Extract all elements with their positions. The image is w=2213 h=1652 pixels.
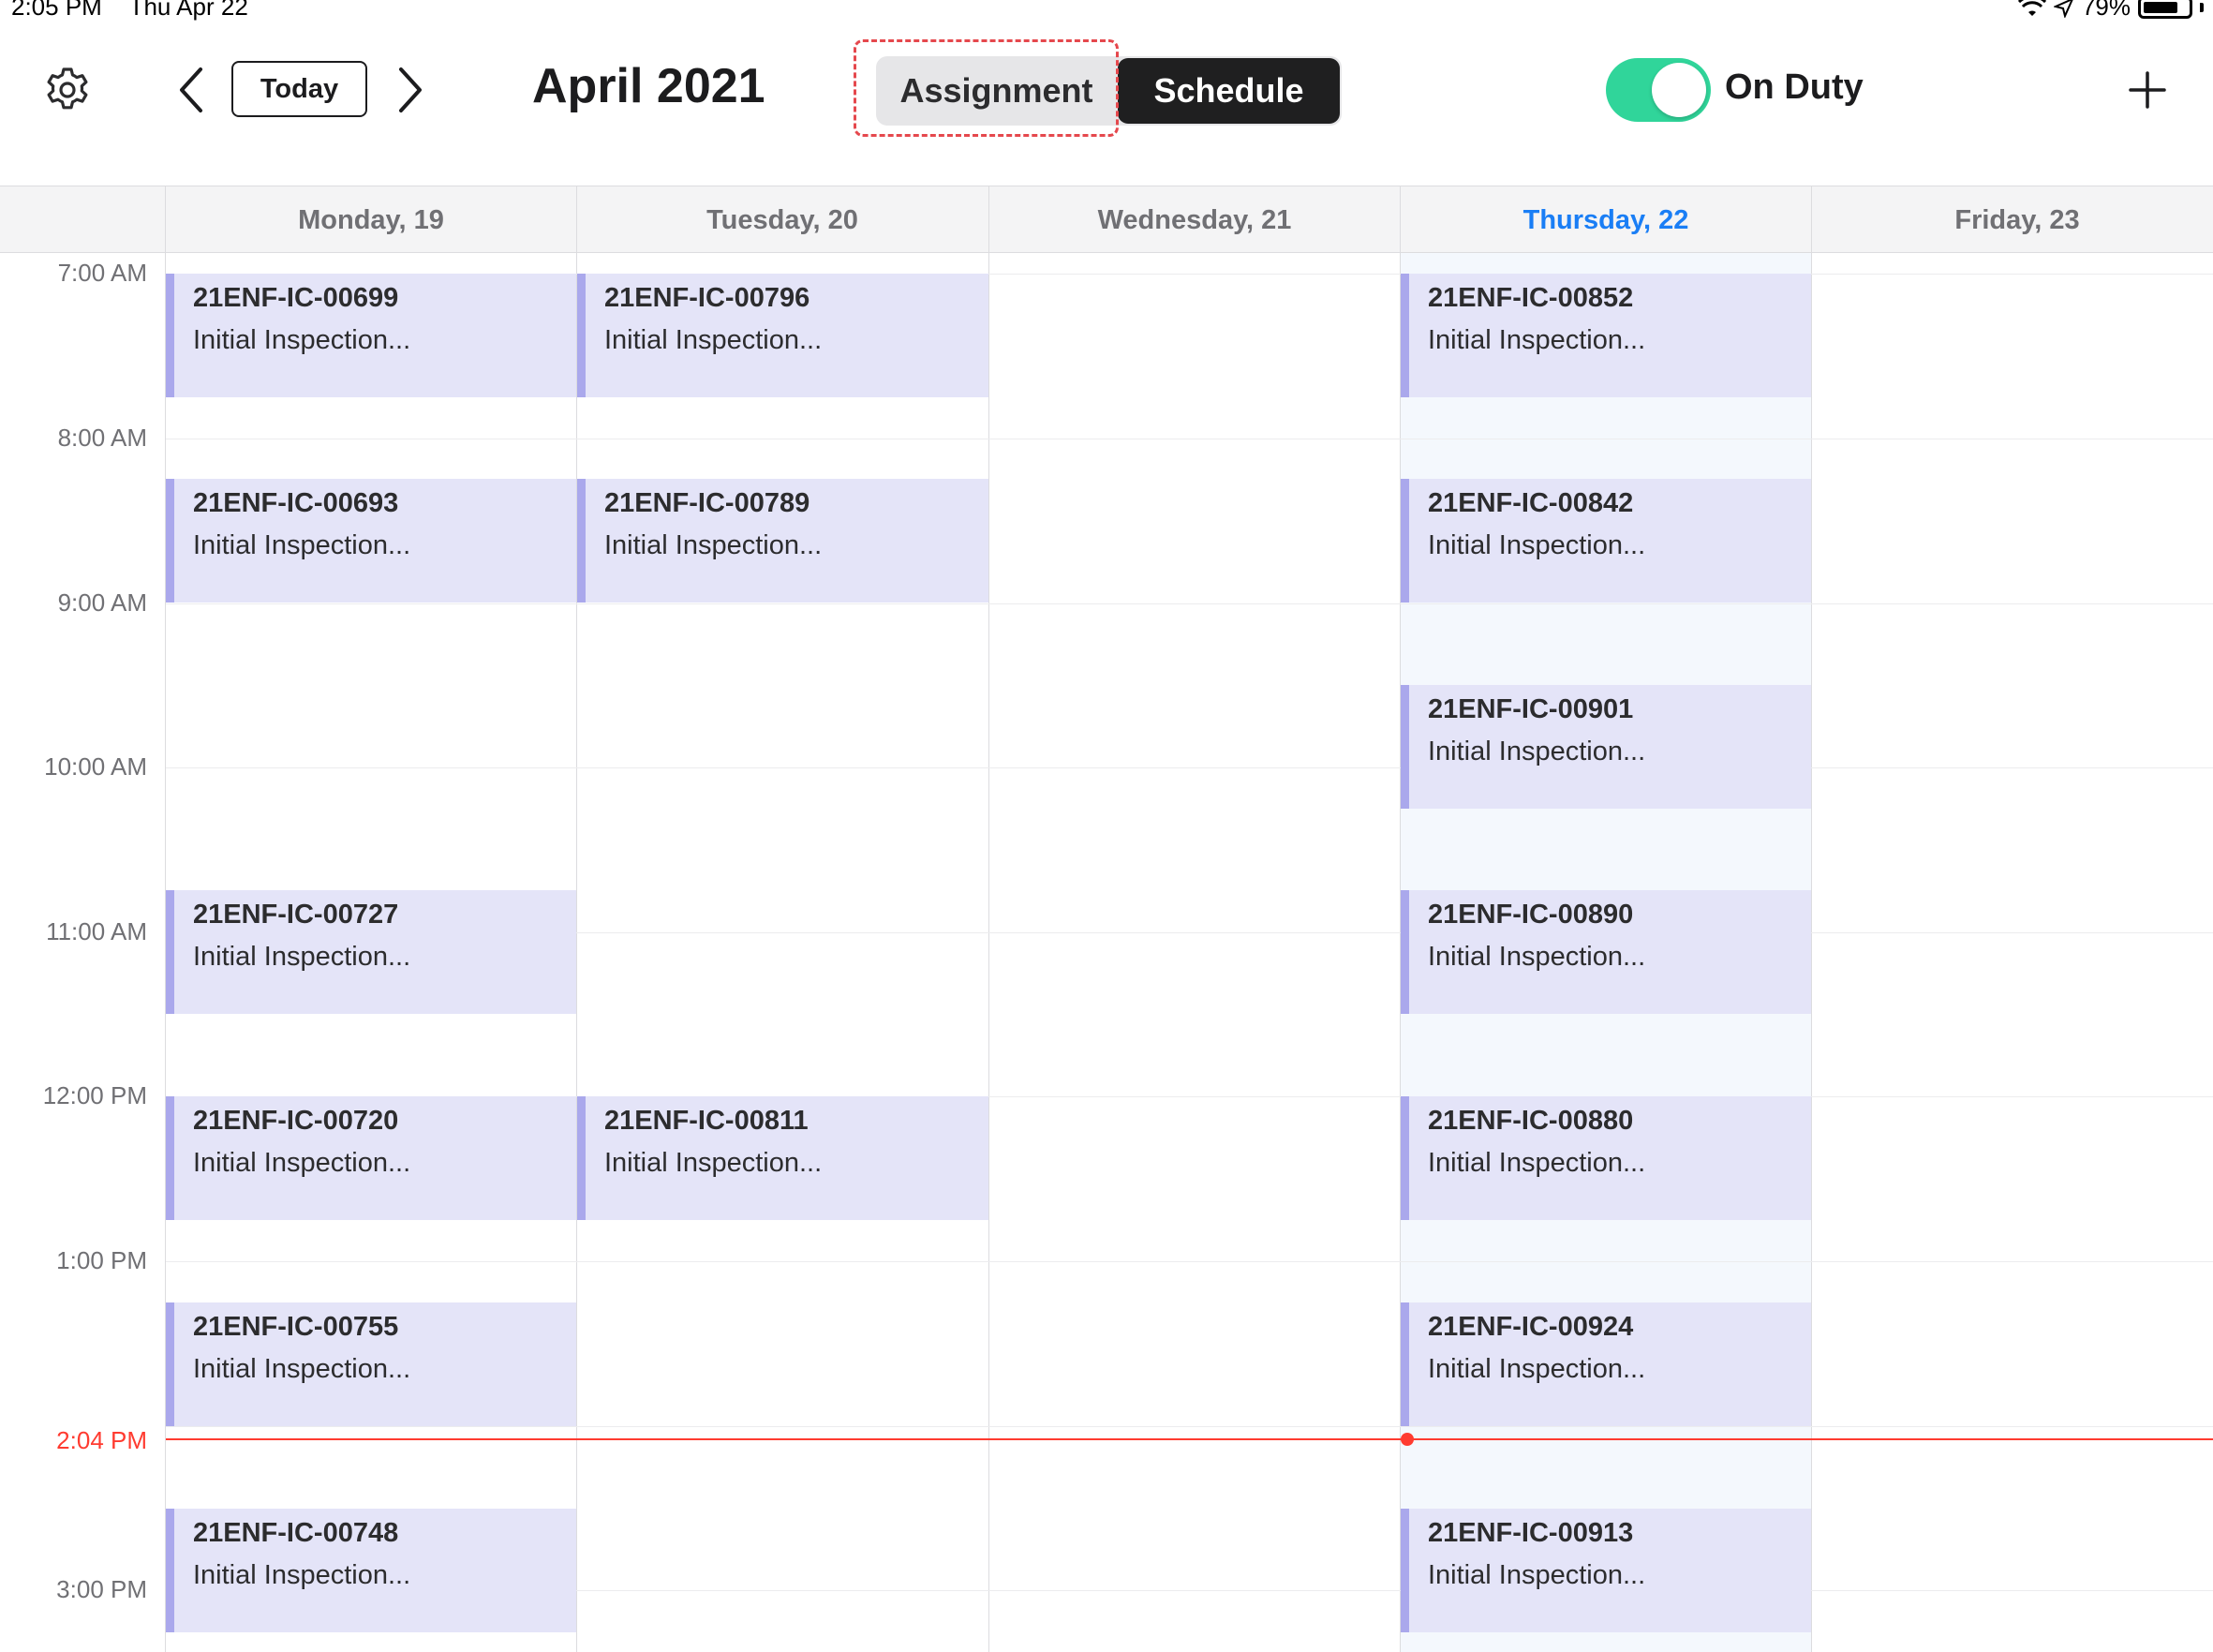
event-card[interactable]: 21ENF-IC-00811 Initial Inspection...	[577, 1096, 988, 1220]
event-card[interactable]: 21ENF-IC-00748 Initial Inspection...	[166, 1509, 576, 1632]
segment-schedule[interactable]: Schedule	[1118, 58, 1340, 124]
event-card[interactable]: 21ENF-IC-00924 Initial Inspection...	[1401, 1302, 1811, 1426]
event-description: Initial Inspection...	[1428, 737, 1646, 766]
event-description: Initial Inspection...	[1428, 325, 1646, 355]
event-id: 21ENF-IC-00699	[193, 283, 399, 313]
on-duty-toggle[interactable]	[1606, 58, 1711, 122]
event-description: Initial Inspection...	[1428, 530, 1646, 560]
day-header-wednesday[interactable]: Wednesday, 21	[988, 186, 1400, 254]
event-id: 21ENF-IC-00924	[1428, 1312, 1634, 1342]
time-label: 11:00 AM	[46, 917, 147, 945]
event-id: 21ENF-IC-00913	[1428, 1518, 1634, 1548]
time-label: 9:00 AM	[57, 588, 147, 617]
focus-highlight	[854, 39, 1119, 137]
event-description: Initial Inspection...	[193, 1354, 411, 1384]
day-header-monday[interactable]: Monday, 19	[165, 186, 576, 254]
calendar-grid[interactable]: 7:00 AM 8:00 AM 9:00 AM 10:00 AM 11:00 A…	[0, 253, 2213, 1652]
event-description: Initial Inspection...	[193, 1560, 411, 1590]
event-id: 21ENF-IC-00880	[1428, 1106, 1634, 1136]
event-description: Initial Inspection...	[604, 530, 823, 560]
event-card[interactable]: 21ENF-IC-00796 Initial Inspection...	[577, 274, 988, 397]
toolbar: Today April 2021 Assignment Schedule On …	[0, 0, 2213, 186]
current-time-label: 2:04 PM	[56, 1426, 147, 1454]
event-id: 21ENF-IC-00755	[193, 1312, 399, 1342]
event-id: 21ENF-IC-00693	[193, 488, 399, 518]
event-card[interactable]: 21ENF-IC-00720 Initial Inspection...	[166, 1096, 576, 1220]
week-header: Monday, 19 Tuesday, 20 Wednesday, 21 Thu…	[0, 186, 2213, 254]
event-id: 21ENF-IC-00842	[1428, 488, 1634, 518]
event-description: Initial Inspection...	[1428, 1354, 1646, 1384]
gear-icon[interactable]	[41, 64, 94, 116]
time-label: 7:00 AM	[57, 259, 147, 287]
current-time-line	[166, 1438, 2213, 1440]
event-id: 21ENF-IC-00727	[193, 900, 399, 930]
event-card[interactable]: 21ENF-IC-00901 Initial Inspection...	[1401, 685, 1811, 809]
event-card[interactable]: 21ENF-IC-00727 Initial Inspection...	[166, 890, 576, 1014]
on-duty-label: On Duty	[1725, 67, 1864, 107]
event-card[interactable]: 21ENF-IC-00890 Initial Inspection...	[1401, 890, 1811, 1014]
current-time-dot	[1401, 1433, 1414, 1446]
event-description: Initial Inspection...	[193, 530, 411, 560]
event-description: Initial Inspection...	[1428, 1148, 1646, 1178]
event-id: 21ENF-IC-00901	[1428, 694, 1634, 724]
time-label: 3:00 PM	[56, 1575, 147, 1603]
event-card[interactable]: 21ENF-IC-00842 Initial Inspection...	[1401, 479, 1811, 603]
event-card[interactable]: 21ENF-IC-00913 Initial Inspection...	[1401, 1509, 1811, 1632]
chevron-right-icon[interactable]	[394, 66, 427, 114]
event-id: 21ENF-IC-00796	[604, 283, 810, 313]
day-header-friday[interactable]: Friday, 23	[1811, 186, 2213, 254]
day-header-tuesday[interactable]: Tuesday, 20	[576, 186, 988, 254]
event-id: 21ENF-IC-00748	[193, 1518, 399, 1548]
chevron-left-icon[interactable]	[174, 66, 208, 114]
event-card[interactable]: 21ENF-IC-00880 Initial Inspection...	[1401, 1096, 1811, 1220]
time-label: 8:00 AM	[57, 424, 147, 452]
event-id: 21ENF-IC-00890	[1428, 900, 1634, 930]
event-id: 21ENF-IC-00720	[193, 1106, 399, 1136]
event-description: Initial Inspection...	[604, 1148, 823, 1178]
event-description: Initial Inspection...	[1428, 1560, 1646, 1590]
time-label: 1:00 PM	[56, 1246, 147, 1274]
event-card[interactable]: 21ENF-IC-00789 Initial Inspection...	[577, 479, 988, 603]
today-button[interactable]: Today	[231, 61, 367, 117]
event-id: 21ENF-IC-00811	[604, 1106, 809, 1136]
event-description: Initial Inspection...	[193, 942, 411, 972]
event-card[interactable]: 21ENF-IC-00755 Initial Inspection...	[166, 1302, 576, 1426]
event-card[interactable]: 21ENF-IC-00693 Initial Inspection...	[166, 479, 576, 603]
plus-icon[interactable]	[2129, 71, 2166, 109]
event-description: Initial Inspection...	[1428, 942, 1646, 972]
time-label: 10:00 AM	[44, 752, 147, 781]
time-label: 12:00 PM	[42, 1081, 147, 1109]
event-id: 21ENF-IC-00852	[1428, 283, 1634, 313]
event-card[interactable]: 21ENF-IC-00699 Initial Inspection...	[166, 274, 576, 397]
toggle-knob	[1652, 63, 1706, 117]
event-card[interactable]: 21ENF-IC-00852 Initial Inspection...	[1401, 274, 1811, 397]
month-title: April 2021	[532, 59, 765, 113]
event-description: Initial Inspection...	[604, 325, 823, 355]
event-description: Initial Inspection...	[193, 325, 411, 355]
event-id: 21ENF-IC-00789	[604, 488, 810, 518]
event-description: Initial Inspection...	[193, 1148, 411, 1178]
day-header-thursday[interactable]: Thursday, 22	[1400, 186, 1811, 254]
